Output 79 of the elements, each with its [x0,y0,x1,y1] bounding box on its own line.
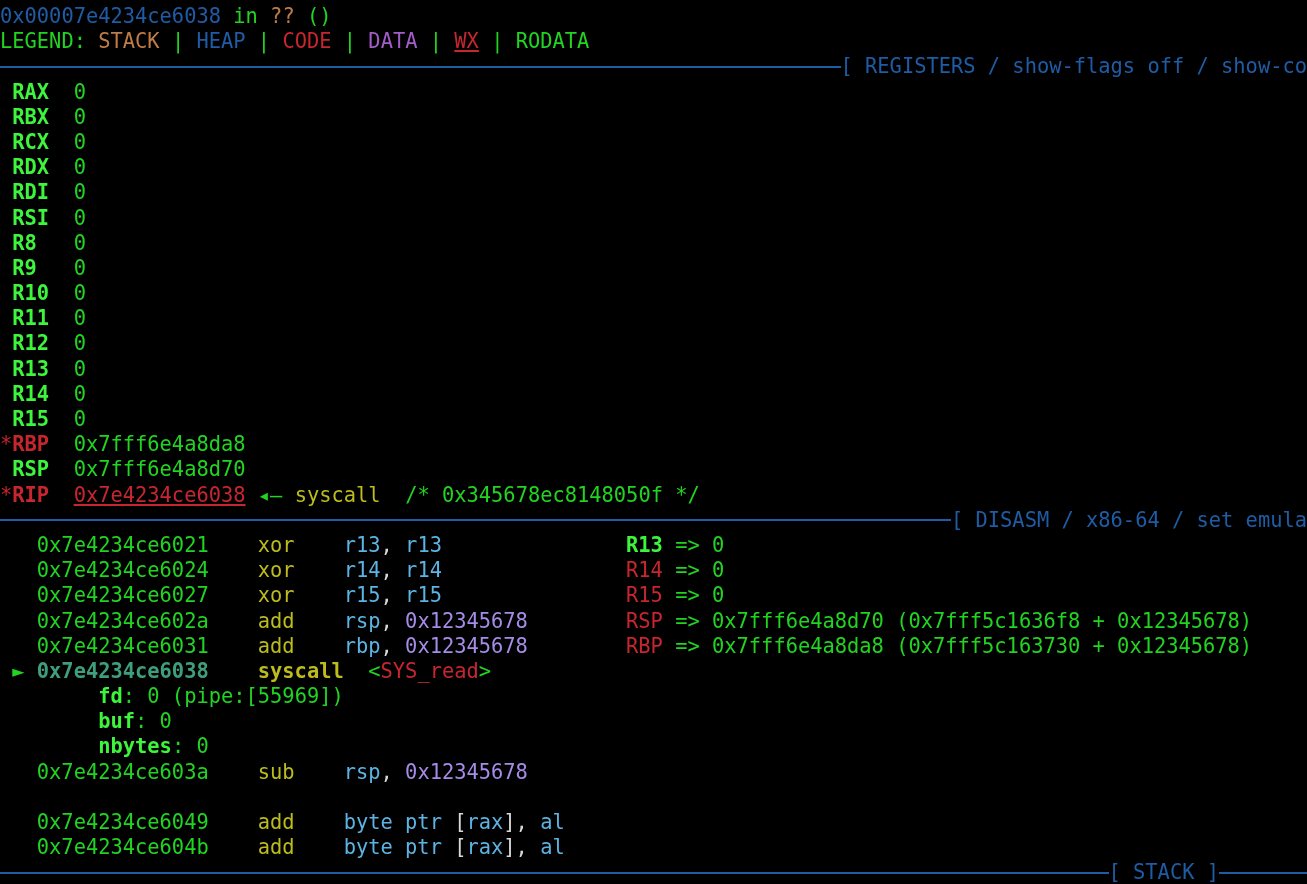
register-name: RBP [12,432,50,457]
syscall-argument: nbytes: 0 [98,734,209,760]
location-text: in ?? () [232,4,332,30]
section-header: [ REGISTERS / show-flags off / show-co [840,54,1307,80]
instruction-address: 0x7e4234ce603a [36,759,209,784]
instruction-mnemonic: add [257,608,295,633]
instruction-mnemonic: xor [257,583,295,608]
instruction-operands: byte ptr [rax], al [343,835,565,860]
changed-marker: * [0,482,13,508]
register-name: R15 [12,407,50,431]
register-value: 0 [73,381,86,407]
syscall-argument: buf: 0 [98,709,172,735]
section-header: [ STACK ] [1108,860,1219,884]
section-header: [ DISASM / x86-64 / set emula [951,507,1307,533]
register-annotation: R14 => 0 [626,558,725,584]
instruction-address: 0x7e4234ce602a [36,608,209,633]
instruction-mnemonic: add [257,835,295,860]
instruction-operands: r15, r15 [343,583,442,608]
register-value: 0x7e4234ce6038 [73,482,246,508]
register-value: 0 [73,356,86,382]
register-value: 0 [73,155,86,181]
register-name: RBX [12,104,50,129]
register-name: R12 [12,331,50,356]
register-name: R11 [12,306,50,331]
register-name: RIP [12,482,50,507]
register-value: 0 [73,331,86,357]
instruction-operands: <SYS_read> [368,658,492,683]
register-name: R14 [12,381,50,406]
instruction-address: 0x7e4234ce6021 [36,532,209,557]
register-name: RCX [12,129,50,154]
register-name: RAX [12,79,50,104]
instruction-mnemonic: syscall [257,658,344,683]
instruction-operands: r13, r13 [343,532,442,557]
register-name: RSP [12,457,50,482]
register-value: 0 [73,180,86,206]
instruction-mnemonic: xor [257,532,295,557]
instruction-address: 0x7e4234ce6049 [36,810,209,834]
register-value: 0 [73,306,86,332]
register-value: 0 [73,281,86,307]
instruction-operands: rsp, 0x12345678 [343,759,528,784]
address: 0x00007e4234ce6038 [0,4,221,30]
register-name: R13 [12,356,50,381]
instruction-operands: rbp, 0x12345678 [343,633,528,658]
instruction-mnemonic: add [257,810,295,834]
register-name: R8 [12,230,37,255]
register-value: 0x7fff6e4a8da8 [73,432,246,458]
register-annotation: RSP => 0x7fff6e4a8d70 (0x7fff5c1636f8 + 0x12345678) [626,608,1253,634]
register-value: 0 [73,79,86,105]
register-name: R10 [12,281,50,306]
instruction-address: 0x7e4234ce6024 [36,558,209,583]
register-name: R9 [12,255,37,280]
current-instruction-arrow: ► [12,658,25,683]
changed-marker: * [0,432,13,458]
register-name: RSI [12,205,50,230]
instruction-address: 0x7e4234ce604b [36,835,209,860]
register-value: 0x7fff6e4a8d70 [73,457,246,483]
register-value: 0 [73,129,86,156]
instruction-mnemonic: sub [257,759,295,784]
instruction-operands: byte ptr [rax], al [343,810,565,834]
register-value: 0 [73,104,86,130]
instruction-operands: rsp, 0x12345678 [343,608,528,633]
register-annotation: R15 => 0 [626,583,725,609]
register-annotation: R13 => 0 [626,532,725,559]
register-annotation: RBP => 0x7fff6e4a8da8 (0x7fff5c163730 + 0x12345678) [626,633,1253,659]
instruction-address: 0x7e4234ce6027 [36,583,209,608]
legend: LEGEND: STACK | HEAP | CODE | DATA | WX | RODATA [0,29,590,55]
instruction-operands: r14, r14 [343,558,442,583]
instruction-mnemonic: xor [257,558,295,583]
syscall-argument: fd: 0 (pipe:[55969]) [98,684,344,710]
register-value: 0 [73,407,86,433]
register-value: 0 [73,255,86,282]
instruction-mnemonic: add [257,633,295,658]
register-value: 0 [73,205,86,231]
register-name: RDI [12,180,50,205]
register-deref: ◂— syscall /* 0x345678ec8148050f */ [256,482,700,508]
instruction-address: 0x7e4234ce6031 [36,633,209,658]
instruction-address: 0x7e4234ce6038 [36,658,209,683]
register-value: 0 [73,230,86,256]
register-name: RDX [12,155,50,180]
